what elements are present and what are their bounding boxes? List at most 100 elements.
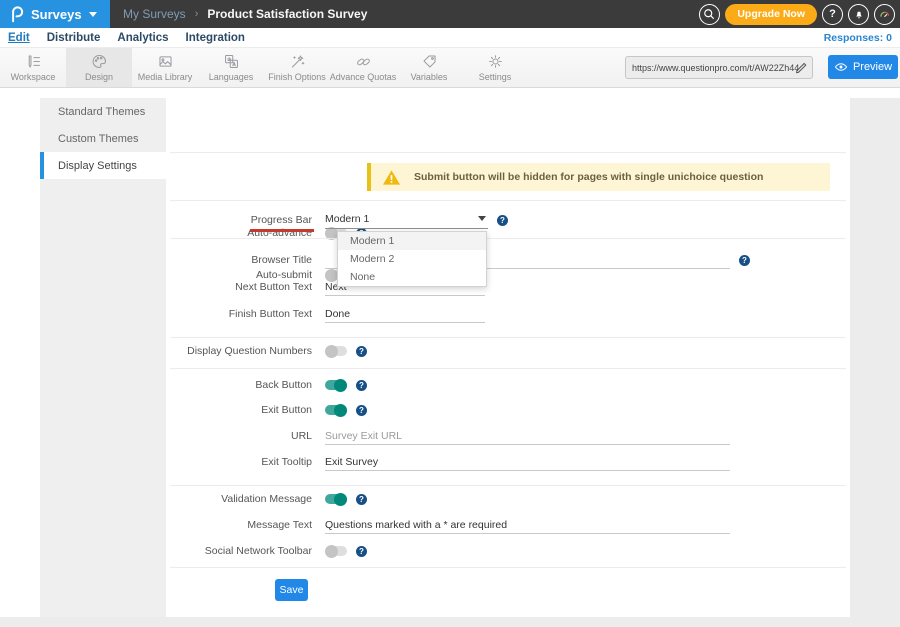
progress-bar-help-icon[interactable]: ? [497,215,508,226]
preview-button[interactable]: Preview [828,55,898,79]
gauge-icon [877,7,892,22]
nav-tab-edit[interactable]: Edit [8,32,30,44]
progress-bar-label: Progress Bar [166,214,312,226]
exit-tooltip-row: Exit Tooltip Exit Survey [166,452,850,472]
divider [170,238,846,239]
sidebar-item-standard-themes[interactable]: Standard Themes [40,98,166,125]
next-button-text-label: Next Button Text [166,281,312,293]
message-text-row: Message Text Questions marked with a * a… [166,515,850,535]
social-network-toolbar-row: Social Network Toolbar ? [166,541,850,561]
settings-icon [487,53,504,70]
browser-title-help-icon[interactable]: ? [739,255,750,266]
back-button-toggle[interactable] [325,380,347,390]
finish-button-text-row: Finish Button Text Done [166,304,850,324]
nav-tab-analytics[interactable]: Analytics [117,32,168,44]
display-question-numbers-help-icon[interactable]: ? [356,346,367,357]
pencil-icon [794,60,809,75]
validation-message-toggle[interactable] [325,494,347,504]
search-button[interactable] [699,4,720,25]
toolbar-tab-languages[interactable]: Languages [198,48,264,87]
topbar-actions: Upgrade Now ? [699,4,900,25]
dropdown-option-modern-1[interactable]: Modern 1 [338,232,486,250]
save-button[interactable]: Save [275,579,308,601]
advance-quotas-icon [355,53,372,70]
sidebar-item-custom-themes[interactable]: Custom Themes [40,125,166,152]
browser-title-row: Browser Title ? [166,250,850,270]
toolbar-tab-workspace[interactable]: Workspace [0,48,66,87]
progress-bar-select[interactable]: Modern 1 [325,211,488,229]
toolbar-tab-finish-options[interactable]: Finish Options [264,48,330,87]
divider [170,368,846,369]
warning-text: Submit button will be hidden for pages w… [414,171,763,183]
bottom-gutter [0,617,900,627]
survey-url-field[interactable]: https://www.questionpro.com/t/AW22Zh44 [625,56,813,79]
dropdown-option-modern-2[interactable]: Modern 2 [338,250,486,268]
finish-button-text-label: Finish Button Text [166,308,312,320]
message-text-input[interactable]: Questions marked with a * are required [325,517,730,534]
chevron-down-icon [89,12,97,17]
finish-button-text-input[interactable]: Done [325,306,485,323]
eye-icon [834,61,848,73]
progress-bar-value: Modern 1 [325,213,369,225]
warning-icon [382,169,401,186]
back-button-row: Back Button ? [166,375,850,395]
back-button-help-icon[interactable]: ? [356,380,367,391]
social-network-toolbar-label: Social Network Toolbar [166,545,312,557]
app-window: Surveys My Surveys › Product Satisfactio… [0,0,900,627]
toolbar-tab-media-library[interactable]: Media Library [132,48,198,87]
progress-bar-dropdown: Modern 1 Modern 2 None [337,231,487,287]
surveys-product-menu[interactable]: Surveys [0,0,110,28]
edit-url-button[interactable] [794,60,809,77]
display-question-numbers-label: Display Question Numbers [166,345,312,357]
breadcrumb-separator: › [195,8,199,20]
usage-meter-button[interactable] [874,4,895,25]
sidebar-item-display-settings[interactable]: Display Settings [40,152,166,179]
dropdown-option-none[interactable]: None [338,268,486,286]
exit-url-placeholder: Survey Exit URL [325,430,402,442]
progress-bar-annotation [250,229,314,232]
responses-count[interactable]: Responses: 0 [824,32,892,44]
validation-message-help-icon[interactable]: ? [356,494,367,505]
surveys-menu-label: Surveys [31,7,82,22]
exit-tooltip-input[interactable]: Exit Survey [325,454,730,471]
social-network-toolbar-help-icon[interactable]: ? [356,546,367,557]
display-question-numbers-row: Display Question Numbers ? [166,341,850,361]
media-library-icon [157,53,174,70]
exit-button-help-icon[interactable]: ? [356,405,367,416]
finish-options-icon [289,53,306,70]
upgrade-now-button[interactable]: Upgrade Now [725,4,817,25]
breadcrumb-my-surveys[interactable]: My Surveys [123,7,186,21]
toolbar-tab-advance-quotas[interactable]: Advance Quotas [330,48,396,87]
questionpro-logo-icon [9,5,24,24]
exit-url-row: URL Survey Exit URL [166,426,850,446]
design-icon [91,53,108,70]
help-button[interactable]: ? [822,4,843,25]
social-network-toolbar-toggle[interactable] [325,546,347,556]
content-area: Standard Themes Custom Themes Display Se… [0,88,900,627]
toolbar-tab-variables[interactable]: Variables [396,48,462,87]
exit-button-toggle[interactable] [325,405,347,415]
variables-icon [421,53,438,70]
nav-tab-integration[interactable]: Integration [186,32,245,44]
search-icon [702,7,717,22]
bell-icon [852,7,866,21]
divider [170,200,846,201]
toolbar-tab-design[interactable]: Design [66,48,132,87]
select-caret-icon [478,216,486,221]
right-gutter [850,98,900,617]
exit-tooltip-label: Exit Tooltip [166,456,312,468]
validation-message-row: Validation Message ? [166,489,850,509]
survey-title: Product Satisfaction Survey [207,7,367,21]
validation-message-label: Validation Message [166,493,312,505]
display-question-numbers-toggle[interactable] [325,346,347,356]
breadcrumb: My Surveys › Product Satisfaction Survey [123,7,367,21]
section-nav: Edit Distribute Analytics Integration Re… [0,28,900,48]
divider [170,152,846,153]
exit-button-label: Exit Button [166,404,312,416]
display-settings-panel: Auto-advance ? Auto-submit ? Submit butt… [166,98,850,617]
exit-url-input[interactable]: Survey Exit URL [325,428,730,445]
notifications-button[interactable] [848,4,869,25]
progress-bar-row: Progress Bar Modern 1 ? [166,210,850,230]
toolbar-tab-settings[interactable]: Settings [462,48,528,87]
nav-tab-distribute[interactable]: Distribute [47,32,101,44]
